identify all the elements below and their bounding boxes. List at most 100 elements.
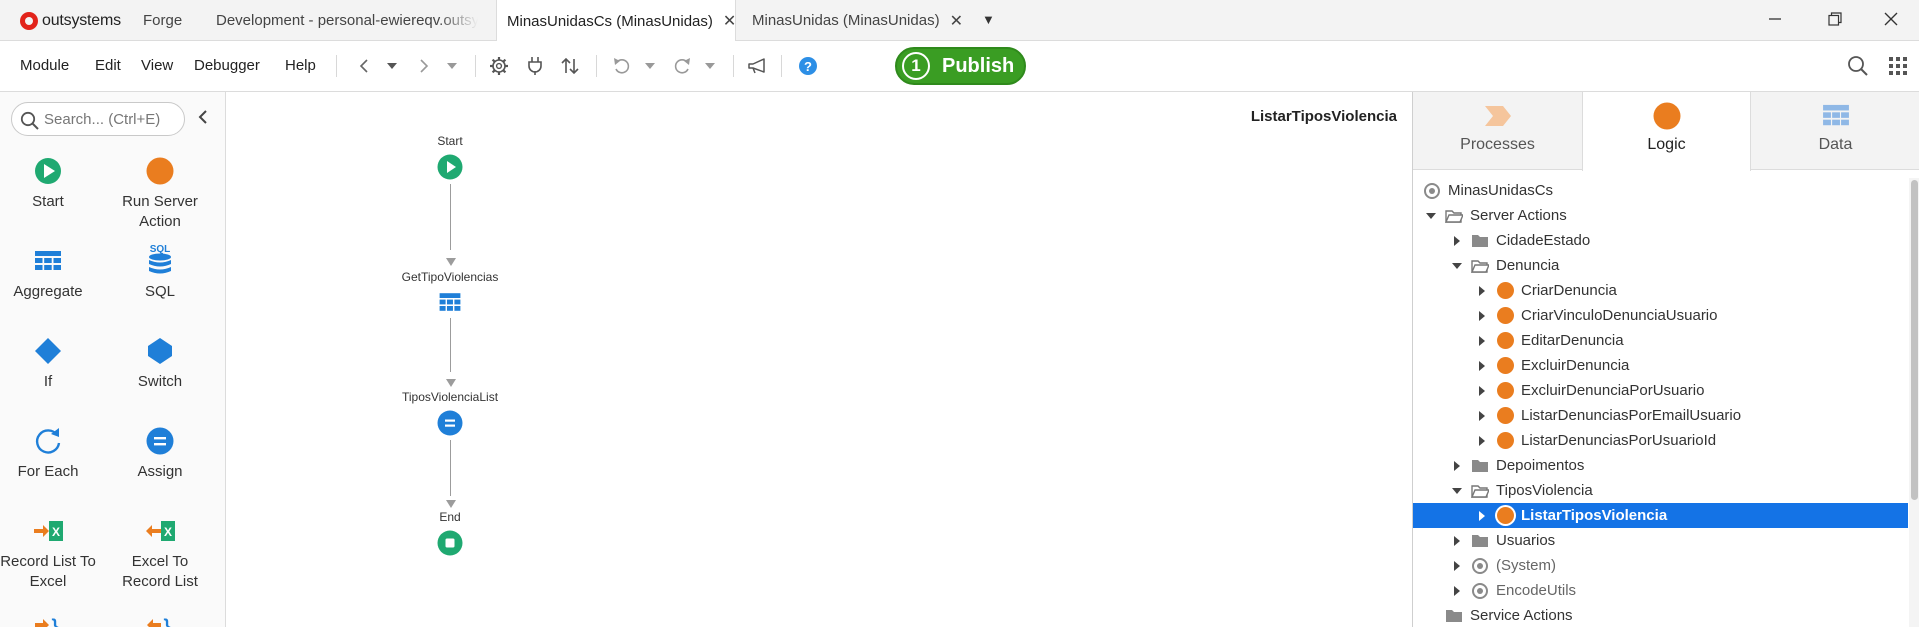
toolbox-item-record-list-to-excel[interactable]: X Record List To Excel [0, 516, 102, 592]
tabs-dropdown-icon[interactable]: ▼ [982, 12, 995, 27]
tree-item-service-actions[interactable]: Service Actions [1423, 603, 1908, 627]
brand-name: outsystems [42, 12, 121, 29]
close-window-icon[interactable] [1876, 6, 1906, 32]
toolbox-item-aggregate[interactable]: Aggregate [0, 246, 102, 302]
toolbox-item-start[interactable]: Start [0, 156, 102, 212]
toolbox-item-label: Assign [137, 463, 183, 480]
collapsed-caret-icon[interactable] [1449, 458, 1465, 474]
tree-item-action[interactable]: ListarDenunciasPorEmailUsuario [1474, 403, 1908, 428]
menu-module[interactable]: Module [20, 57, 69, 74]
toolbox-item-for-each[interactable]: For Each [0, 426, 102, 482]
tree-item-server-actions[interactable]: Server Actions [1423, 203, 1908, 228]
app-grid-icon[interactable] [1886, 54, 1910, 78]
tab-forge[interactable]: Forge [143, 0, 203, 41]
toolbox-item-json-serialize[interactable]: } [0, 610, 102, 627]
forward-history-dropdown-icon[interactable] [440, 54, 464, 78]
menu-debugger[interactable]: Debugger [194, 57, 260, 74]
toolbox-item-switch[interactable]: Switch [106, 336, 214, 392]
menu-view[interactable]: View [141, 57, 173, 74]
tree-item-action-selected[interactable]: ListarTiposViolencia [1413, 503, 1908, 528]
tab-data[interactable]: Data [1751, 92, 1919, 170]
assign-icon [146, 427, 174, 455]
collapse-toolbox-icon[interactable] [197, 110, 209, 129]
toolbox-item-sql[interactable]: SQL SQL [106, 242, 214, 302]
flow-node-gettipoviolencias[interactable]: GetTipoViolencias [390, 270, 510, 314]
collapsed-caret-icon[interactable] [1474, 383, 1490, 399]
tab-logic[interactable]: Logic [1582, 92, 1751, 171]
collapsed-caret-icon[interactable] [1449, 233, 1465, 249]
tree-item-action[interactable]: ExcluirDenunciaPorUsuario [1474, 378, 1908, 403]
collapsed-caret-icon[interactable] [1474, 308, 1490, 324]
gear-icon[interactable] [487, 54, 511, 78]
toolbox-search-box[interactable] [11, 102, 185, 136]
expanded-caret-icon[interactable] [1423, 208, 1439, 224]
megaphone-icon[interactable] [746, 54, 770, 78]
tree-item-module-reference[interactable]: (System) [1449, 553, 1908, 578]
collapsed-caret-icon[interactable] [1449, 583, 1465, 599]
tree-item-folder[interactable]: TiposViolencia [1449, 478, 1908, 503]
toolbox-item-if[interactable]: If [0, 336, 102, 392]
flow-node-start[interactable]: Start [390, 134, 510, 180]
plug-icon[interactable] [523, 54, 547, 78]
tree-item-folder[interactable]: Denuncia [1449, 253, 1908, 278]
redo-icon[interactable] [670, 54, 694, 78]
tab-processes[interactable]: Processes [1413, 92, 1582, 170]
toolbox-item-excel-to-record-list[interactable]: X Excel To Record List [106, 516, 214, 592]
collapsed-caret-icon[interactable] [1474, 508, 1490, 524]
close-tab-icon[interactable]: ✕ [723, 11, 735, 31]
expanded-caret-icon[interactable] [1449, 258, 1465, 274]
tree-item-folder[interactable]: Depoimentos [1449, 453, 1908, 478]
tree-item-folder[interactable]: Usuarios [1449, 528, 1908, 553]
help-icon[interactable]: ? [796, 54, 820, 78]
folder-icon [1471, 532, 1489, 550]
back-icon[interactable] [352, 54, 376, 78]
tree-item-action[interactable]: EditarDenuncia [1474, 328, 1908, 353]
undo-dropdown-icon[interactable] [638, 54, 662, 78]
collapsed-caret-icon[interactable] [1474, 283, 1490, 299]
menu-edit[interactable]: Edit [95, 57, 121, 74]
search-icon [20, 111, 39, 130]
collapsed-caret-icon[interactable] [1449, 533, 1465, 549]
tab-minasunidascs[interactable]: MinasUnidasCs (MinasUnidas) ✕ [496, 0, 736, 42]
compare-merge-icon[interactable] [558, 54, 582, 78]
minimize-icon[interactable] [1760, 6, 1790, 32]
tree-item-action[interactable]: ListarDenunciasPorUsuarioId [1474, 428, 1908, 453]
publish-button[interactable]: 1 Publish [895, 47, 1026, 85]
tree-item-module-reference[interactable]: EncodeUtils [1449, 578, 1908, 603]
flow-node-end[interactable]: End [390, 510, 510, 556]
close-tab-icon[interactable]: ✕ [950, 11, 962, 31]
tab-minasunidas[interactable]: MinasUnidas (MinasUnidas) ✕ [752, 0, 962, 41]
tree-item-module[interactable]: MinasUnidasCs [1423, 178, 1908, 203]
toolbox-item-label: For Each [17, 463, 79, 480]
tree-item-action[interactable]: ExcluirDenuncia [1474, 353, 1908, 378]
toolbox-item-run-server-action[interactable]: Run Server Action [106, 156, 214, 232]
collapsed-caret-icon[interactable] [1474, 433, 1490, 449]
expanded-caret-icon[interactable] [1449, 483, 1465, 499]
search-icon[interactable] [1846, 54, 1870, 78]
redo-dropdown-icon[interactable] [698, 54, 722, 78]
logic-icon [1653, 102, 1680, 130]
collapsed-caret-icon[interactable] [1474, 358, 1490, 374]
tree-item-action[interactable]: CriarVinculoDenunciaUsuario [1474, 303, 1908, 328]
toolbox-search-input[interactable] [44, 109, 178, 129]
elements-panel: Processes Logic Data MinasUnidasCs Serve… [1412, 92, 1919, 627]
collapsed-caret-icon[interactable] [1449, 558, 1465, 574]
back-history-dropdown-icon[interactable] [380, 54, 404, 78]
tab-development[interactable]: Development - personal-ewiereqv.outsyste… [216, 0, 478, 41]
tree-item-label: Denuncia [1496, 257, 1560, 274]
tree-item-folder[interactable]: CidadeEstado [1449, 228, 1908, 253]
folder-open-icon [1471, 482, 1489, 500]
collapsed-caret-icon[interactable] [1474, 408, 1490, 424]
flow-canvas[interactable]: ListarTiposViolencia Start GetTipoViolen… [226, 92, 1412, 627]
undo-icon[interactable] [610, 54, 634, 78]
menu-help[interactable]: Help [285, 57, 316, 74]
forward-icon[interactable] [412, 54, 436, 78]
toolbox-item-json-deserialize[interactable]: } [106, 610, 214, 627]
tree-item-action[interactable]: CriarDenuncia [1474, 278, 1908, 303]
tree-scrollbar-thumb[interactable] [1911, 180, 1918, 500]
collapsed-caret-icon[interactable] [1474, 333, 1490, 349]
toolbox-item-assign[interactable]: Assign [106, 426, 214, 482]
restore-icon[interactable] [1820, 6, 1850, 32]
flow-node-tiposviolencialist[interactable]: TiposViolenciaList [390, 390, 510, 436]
outsystems-logo[interactable]: outsystems [20, 11, 121, 31]
